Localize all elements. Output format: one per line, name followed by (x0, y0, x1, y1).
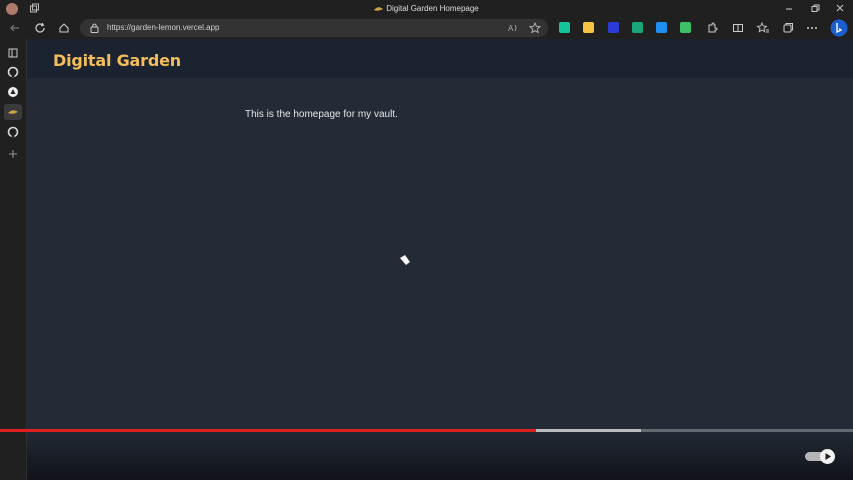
url-text[interactable]: https://garden-lemon.vercel.app (107, 23, 220, 32)
svg-text:A: A (508, 24, 514, 33)
translate-extension-icon[interactable] (656, 22, 667, 33)
tab-panel-icon[interactable] (6, 46, 20, 60)
mouse-cursor-icon (399, 254, 411, 266)
restore-icon[interactable] (808, 2, 822, 15)
play-icon (825, 453, 831, 460)
window-titlebar: Digital Garden Homepage (0, 0, 853, 18)
close-icon[interactable] (833, 2, 847, 15)
blue-extension-icon[interactable] (608, 22, 619, 33)
leaf-favicon-icon (374, 7, 384, 11)
digital-garden-icon[interactable] (4, 104, 22, 120)
minimize-icon[interactable] (782, 2, 796, 15)
site-header: Digital Garden (27, 39, 853, 78)
progress-played (0, 429, 536, 432)
obsidian-icon[interactable] (6, 85, 20, 99)
autoplay-knob (820, 449, 835, 464)
web-page: Digital Garden This is the homepage for … (27, 39, 853, 480)
github-icon[interactable] (6, 125, 20, 139)
browser-toolbar: https://garden-lemon.vercel.app A (0, 18, 853, 39)
player-controls-shade (27, 427, 853, 480)
github-icon[interactable] (6, 65, 20, 79)
split-screen-icon[interactable] (731, 21, 745, 35)
r-extension-icon[interactable] (583, 22, 594, 33)
more-icon[interactable] (805, 21, 819, 35)
favorite-star-icon[interactable] (529, 22, 541, 34)
homepage-text: This is the homepage for my vault. (245, 109, 398, 120)
green-extension-icon[interactable] (680, 22, 691, 33)
autoplay-toggle[interactable] (805, 449, 839, 464)
back-icon[interactable] (8, 21, 22, 35)
browser-sidebar (0, 39, 27, 480)
site-title[interactable]: Digital Garden (53, 51, 181, 70)
window-title-area: Digital Garden Homepage (0, 4, 853, 13)
bing-copilot-icon[interactable] (830, 19, 848, 37)
lock-icon[interactable] (90, 23, 99, 33)
extensions-icon[interactable] (705, 21, 719, 35)
window-title: Digital Garden Homepage (386, 4, 479, 13)
add-icon[interactable] (6, 147, 20, 161)
favorites-icon[interactable] (756, 21, 770, 35)
address-bar[interactable]: https://garden-lemon.vercel.app A (80, 19, 548, 37)
refresh-icon[interactable] (33, 21, 47, 35)
grammarly-extension-icon[interactable] (559, 22, 570, 33)
read-aloud-icon[interactable]: A (507, 22, 519, 34)
m-extension-icon[interactable] (632, 22, 643, 33)
video-progress-bar[interactable] (0, 429, 853, 432)
collections-icon[interactable] (781, 21, 795, 35)
home-icon[interactable] (57, 21, 71, 35)
